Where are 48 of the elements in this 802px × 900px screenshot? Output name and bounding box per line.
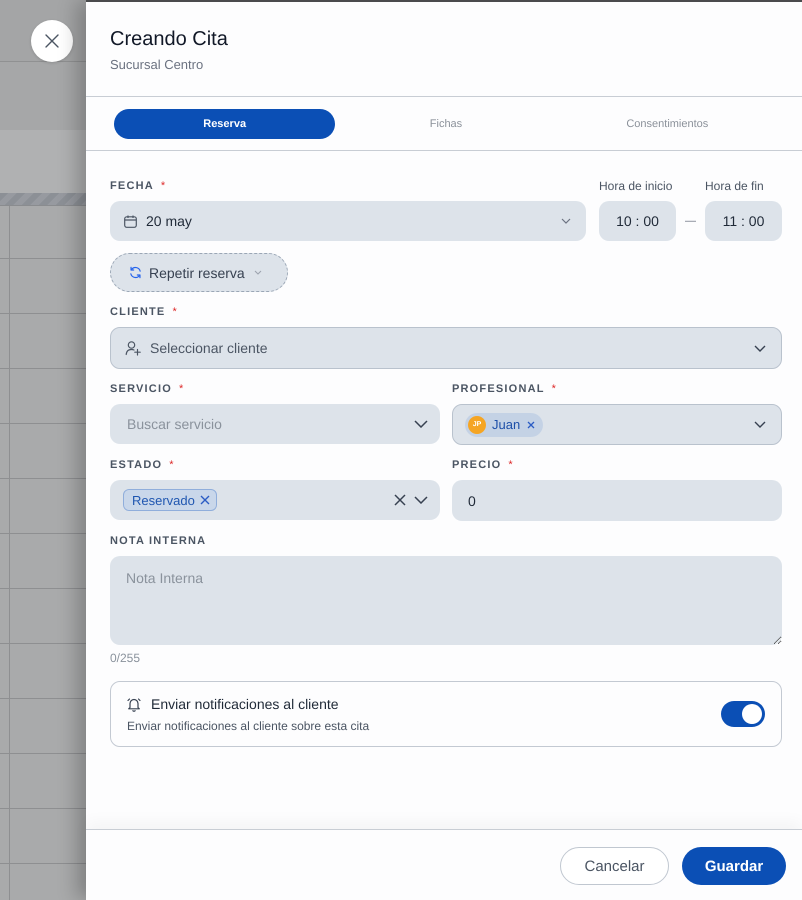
field-label: ESTADO bbox=[110, 458, 162, 472]
notification-description: Enviar notificaciones al cliente sobre esta cita bbox=[127, 718, 370, 732]
clear-icon[interactable] bbox=[394, 494, 406, 506]
chevron-down-icon bbox=[414, 496, 428, 504]
time-label: Hora de inicio bbox=[599, 179, 674, 193]
character-counter: 0/255 bbox=[110, 651, 140, 666]
remove-icon[interactable] bbox=[200, 495, 210, 505]
start-time-field[interactable]: 10 : 00 bbox=[599, 201, 676, 241]
calendar-icon bbox=[124, 214, 137, 228]
required-mark: * bbox=[508, 458, 513, 472]
time-label: Hora de fin bbox=[705, 179, 765, 193]
required-mark: * bbox=[178, 382, 184, 396]
client-select[interactable]: Seleccionar cliente bbox=[110, 327, 782, 369]
field-label: FECHA bbox=[110, 179, 154, 193]
field-label: NOTA INTERNA bbox=[110, 534, 206, 548]
price-input[interactable]: 0 bbox=[452, 480, 782, 521]
branch-subtitle: Sucursal Centro bbox=[110, 57, 204, 73]
notification-title: Enviar notificaciones al cliente bbox=[151, 696, 339, 712]
end-time-field[interactable]: 11 : 00 bbox=[705, 201, 782, 241]
remove-icon[interactable] bbox=[527, 420, 536, 428]
close-icon bbox=[45, 34, 59, 48]
required-mark: * bbox=[172, 305, 177, 319]
required-mark: * bbox=[552, 382, 556, 396]
notification-toggle[interactable] bbox=[721, 701, 765, 727]
field-label: CLIENTE bbox=[110, 305, 166, 319]
refresh-icon bbox=[129, 266, 142, 279]
chevron-down-icon bbox=[254, 270, 262, 275]
chevron-down-icon bbox=[754, 344, 766, 352]
date-select[interactable]: 20 may bbox=[110, 201, 586, 241]
tab[interactable]: Reserva bbox=[114, 109, 336, 139]
field-label: PRECIO bbox=[452, 458, 502, 472]
modal-title: Creando Cita bbox=[110, 27, 229, 51]
chevron-down-icon bbox=[414, 420, 428, 428]
note-field[interactable]: Nota Interna bbox=[110, 556, 782, 645]
status-select[interactable]: Reservado bbox=[110, 480, 440, 520]
field-label: PROFESIONAL bbox=[452, 382, 545, 396]
chevron-down-icon bbox=[754, 421, 766, 428]
cancel-button[interactable]: Cancelar bbox=[560, 847, 669, 885]
time-range-dash: — bbox=[684, 214, 697, 229]
required-mark: * bbox=[160, 179, 166, 193]
repeat-booking-button[interactable]: Repetir reserva bbox=[110, 253, 288, 292]
chevron-down-icon bbox=[561, 218, 571, 224]
bell-icon bbox=[127, 696, 141, 712]
add-user-icon bbox=[125, 340, 141, 356]
status-chip[interactable]: Reservado bbox=[123, 489, 217, 511]
required-mark: * bbox=[169, 458, 174, 472]
save-button[interactable]: Guardar bbox=[682, 847, 786, 885]
field-label: SERVICIO bbox=[110, 382, 172, 396]
